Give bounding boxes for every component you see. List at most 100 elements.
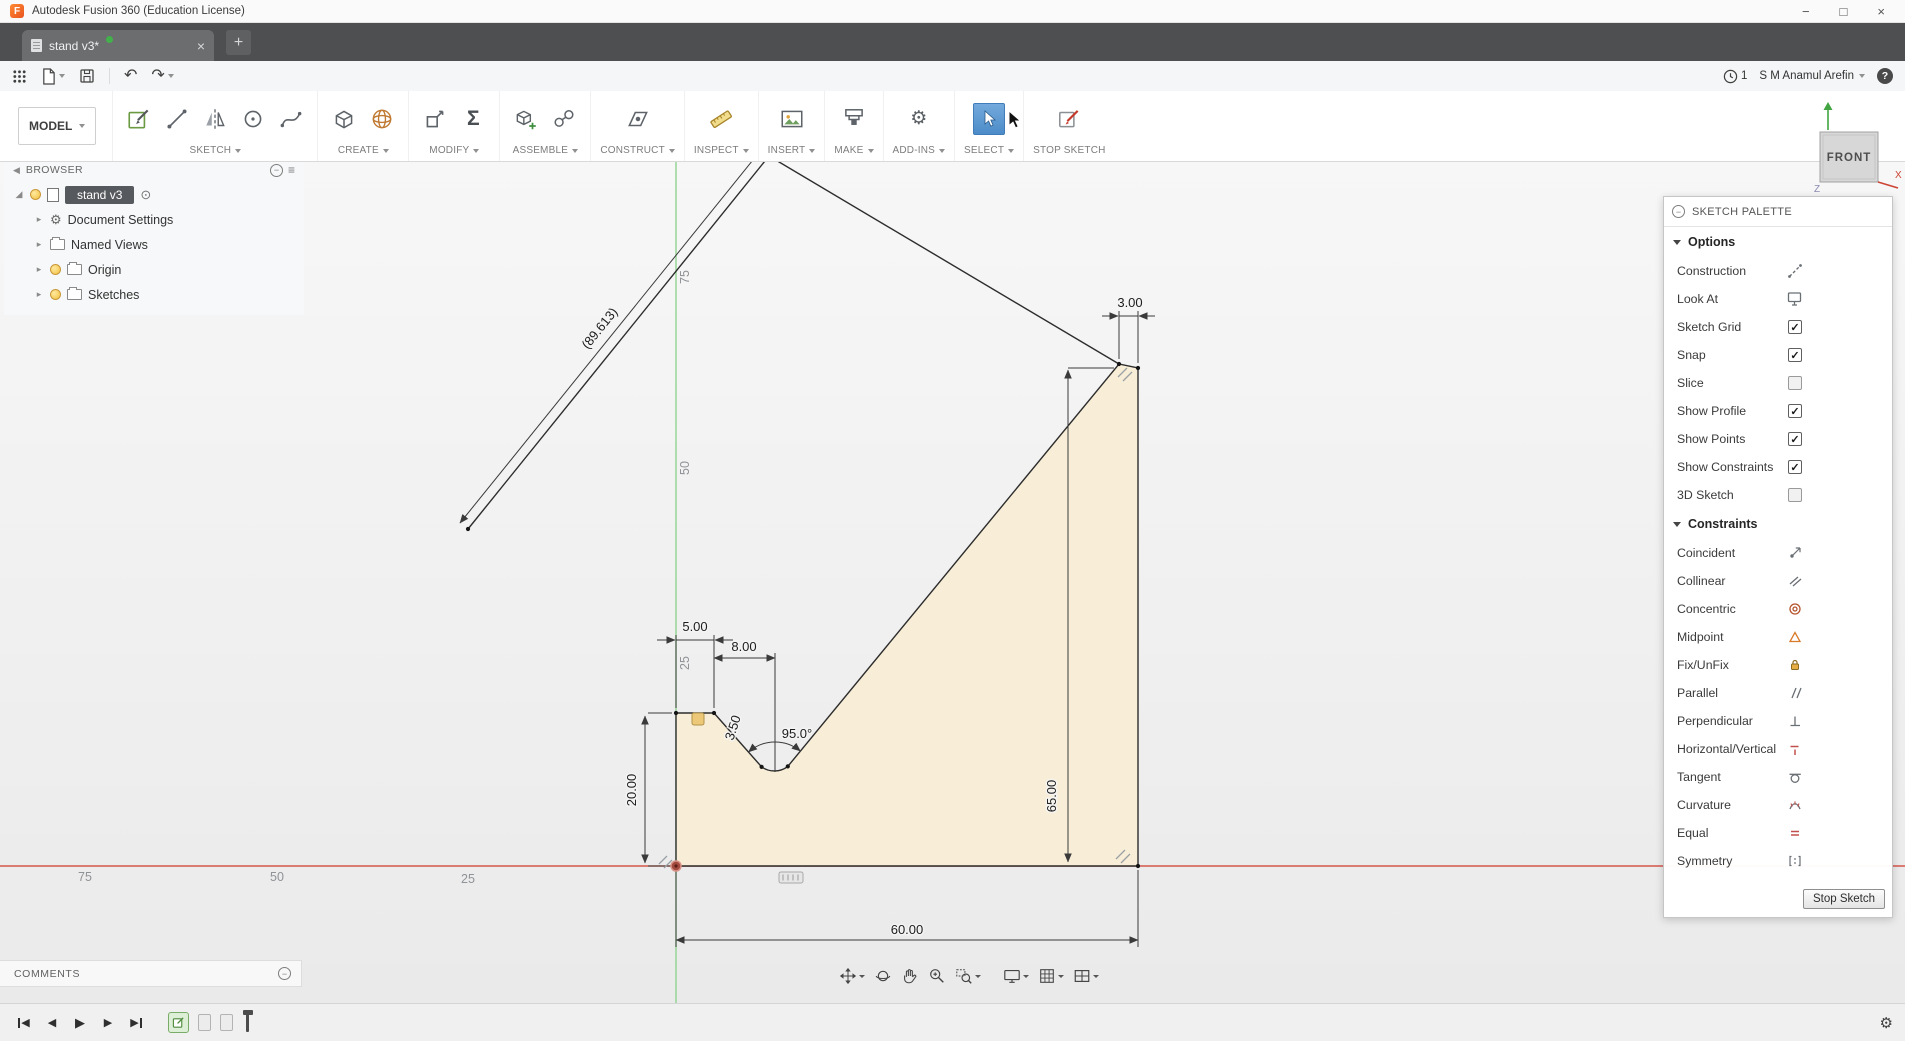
group-label-sketch[interactable]: SKETCH	[189, 145, 231, 156]
mirror-tool-icon[interactable]	[198, 102, 232, 136]
activate-radio-icon[interactable]: ⊙	[140, 187, 151, 203]
workspace-selector[interactable]: MODEL	[18, 107, 97, 145]
app-grid-icon[interactable]	[12, 69, 27, 84]
symmetry-icon[interactable]	[1783, 854, 1807, 868]
constraint-row-collinear[interactable]: Collinear	[1664, 567, 1892, 595]
circle-tool-icon[interactable]	[236, 102, 270, 136]
measure-tool-icon[interactable]	[704, 102, 738, 136]
group-label-make[interactable]: MAKE	[834, 145, 863, 156]
expander-icon[interactable]: ▸	[34, 264, 44, 275]
expander-icon[interactable]: ▸	[34, 214, 44, 225]
show-points-checkbox[interactable]	[1788, 432, 1802, 446]
constraint-row-midpoint[interactable]: Midpoint	[1664, 623, 1892, 651]
scripts-add-ins-icon[interactable]: ⚙	[902, 102, 936, 136]
constraint-row-tangent[interactable]: Tangent	[1664, 763, 1892, 791]
stop-sketch-icon[interactable]	[1052, 102, 1086, 136]
skip-to-start-button[interactable]: ◀	[12, 1011, 36, 1035]
3d-sketch-checkbox[interactable]	[1788, 488, 1802, 502]
help-button[interactable]: ?	[1877, 68, 1893, 84]
group-label-add-ins[interactable]: ADD-INS	[893, 145, 936, 156]
user-account-menu[interactable]: S M Anamul Arefin	[1759, 70, 1865, 82]
step-back-button[interactable]: ◀	[40, 1011, 64, 1035]
option-row-3d-sketch[interactable]: 3D Sketch	[1664, 481, 1892, 509]
zoom-in-icon[interactable]	[925, 965, 949, 987]
group-label-inspect[interactable]: INSPECT	[694, 145, 739, 156]
curvature-icon[interactable]	[1783, 798, 1807, 812]
insert-image-icon[interactable]	[775, 102, 809, 136]
document-tab[interactable]: stand v3* ×	[22, 30, 214, 61]
skip-to-end-button[interactable]: ▶	[124, 1011, 148, 1035]
constraint-row-concentric[interactable]: Concentric	[1664, 595, 1892, 623]
option-row-construction[interactable]: Construction	[1664, 257, 1892, 285]
file-menu-button[interactable]	[41, 67, 65, 85]
group-label-stop-sketch[interactable]: STOP SKETCH	[1033, 145, 1105, 156]
box-tool-icon[interactable]	[327, 102, 361, 136]
maximize-button[interactable]: □	[1840, 4, 1848, 19]
horizontal-vertical-icon[interactable]	[1783, 742, 1807, 756]
orbit-icon[interactable]	[871, 965, 895, 987]
close-button[interactable]: ×	[1877, 4, 1885, 19]
spline-tool-icon[interactable]	[274, 102, 308, 136]
equal-icon[interactable]	[1783, 826, 1807, 840]
view-cube[interactable]: FRONT X Z	[1812, 98, 1904, 199]
expander-icon[interactable]: ▸	[34, 289, 44, 300]
new-tab-button[interactable]: +	[226, 30, 251, 55]
browser-item-sketches[interactable]: ▸ Sketches	[4, 282, 304, 307]
constraint-row-perpendicular[interactable]: Perpendicular	[1664, 707, 1892, 735]
midpoint-icon[interactable]	[1783, 630, 1807, 644]
construction-icon[interactable]	[1783, 263, 1807, 279]
origin-point[interactable]	[670, 860, 682, 872]
fix-unfix-lock-icon[interactable]	[1783, 658, 1807, 672]
constraint-row-fix-unfix[interactable]: Fix/UnFix	[1664, 651, 1892, 679]
save-button[interactable]	[79, 68, 95, 84]
redo-button[interactable]: ↷	[151, 68, 174, 84]
constraints-section-header[interactable]: Constraints	[1664, 509, 1892, 539]
option-row-sketch-grid[interactable]: Sketch Grid	[1664, 313, 1892, 341]
option-row-show-profile[interactable]: Show Profile	[1664, 397, 1892, 425]
palette-minimize-icon[interactable]: −	[1672, 205, 1685, 218]
option-row-show-points[interactable]: Show Points	[1664, 425, 1892, 453]
snap-checkbox[interactable]	[1788, 348, 1802, 362]
visibility-bulb-icon[interactable]	[50, 289, 61, 300]
visibility-bulb-icon[interactable]	[50, 264, 61, 275]
browser-menu-icon[interactable]: ≡	[288, 163, 295, 177]
stop-sketch-button[interactable]: Stop Sketch	[1802, 889, 1885, 909]
options-section-header[interactable]: Options	[1664, 227, 1892, 257]
timeline-position-marker[interactable]	[242, 1009, 253, 1032]
timeline-sketch-feature[interactable]	[168, 1012, 189, 1033]
option-row-look-at[interactable]: Look At	[1664, 285, 1892, 313]
browser-item-named-views[interactable]: ▸ Named Views	[4, 232, 304, 257]
minimize-button[interactable]: −	[1802, 4, 1810, 19]
construction-plane-icon[interactable]	[621, 102, 655, 136]
timeline-feature-item[interactable]	[220, 1014, 233, 1031]
joint-tool-icon[interactable]	[547, 102, 581, 136]
pan-hand-icon[interactable]	[898, 965, 922, 987]
constraint-row-symmetry[interactable]: Symmetry	[1664, 847, 1892, 875]
option-row-snap[interactable]: Snap	[1664, 341, 1892, 369]
comments-minimize-icon[interactable]: −	[278, 967, 291, 980]
browser-collapse-icon[interactable]: ◀	[13, 165, 20, 176]
expander-icon[interactable]: ▸	[34, 239, 44, 250]
create-sketch-icon[interactable]	[122, 102, 156, 136]
form-tool-icon[interactable]	[365, 102, 399, 136]
coincident-icon[interactable]	[1783, 546, 1807, 560]
group-label-modify[interactable]: MODIFY	[429, 145, 469, 156]
undo-button[interactable]: ↶	[124, 68, 137, 84]
group-label-select[interactable]: SELECT	[964, 145, 1004, 156]
constraint-row-parallel[interactable]: Parallel	[1664, 679, 1892, 707]
constraint-row-equal[interactable]: Equal	[1664, 819, 1892, 847]
constraint-row-coincident[interactable]: Coincident	[1664, 539, 1892, 567]
browser-root-row[interactable]: ◢ stand v3 ⊙	[4, 182, 304, 207]
select-tool-active[interactable]	[973, 102, 1006, 135]
viewports-icon[interactable]	[1070, 965, 1102, 987]
option-row-slice[interactable]: Slice	[1664, 369, 1892, 397]
option-row-show-constraints[interactable]: Show Constraints	[1664, 453, 1892, 481]
tab-close-icon[interactable]: ×	[197, 38, 205, 54]
show-profile-checkbox[interactable]	[1788, 404, 1802, 418]
collinear-icon[interactable]	[1783, 574, 1807, 588]
tangent-icon[interactable]	[1783, 770, 1807, 784]
parameters-sigma-icon[interactable]: Σ	[456, 102, 490, 136]
root-expander-icon[interactable]: ◢	[14, 189, 24, 200]
zoom-window-icon[interactable]	[952, 965, 984, 987]
group-label-construct[interactable]: CONSTRUCT	[600, 145, 665, 156]
